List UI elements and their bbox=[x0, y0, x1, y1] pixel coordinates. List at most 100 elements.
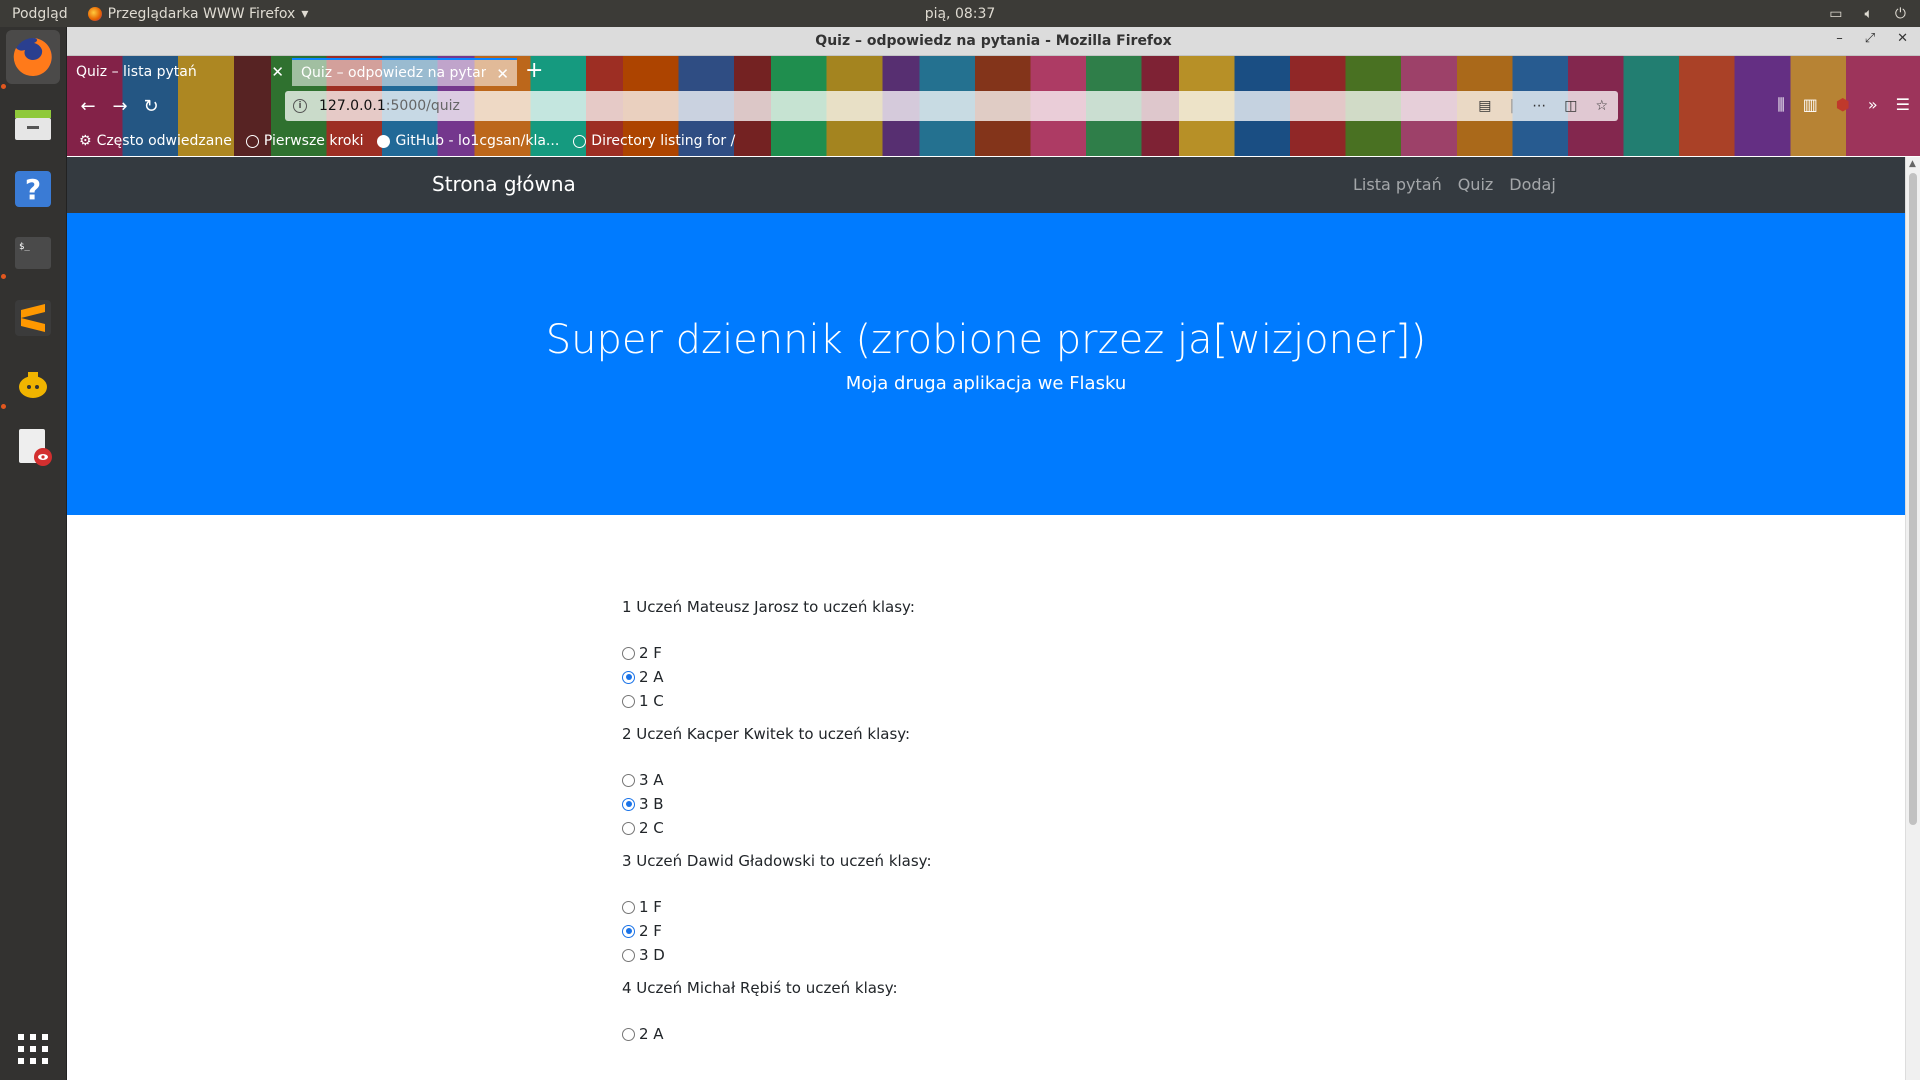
radio-button[interactable] bbox=[622, 797, 635, 811]
page-actions-icon[interactable]: ⋯ bbox=[1532, 98, 1546, 114]
help-launcher-icon[interactable]: ? bbox=[6, 162, 60, 216]
navbar-brand[interactable]: Strona główna bbox=[432, 172, 576, 196]
pocket-icon[interactable]: ◫ bbox=[1564, 98, 1577, 114]
nav-link-dodaj[interactable]: Dodaj bbox=[1509, 175, 1556, 194]
tab-quiz-answer[interactable]: Quiz – odpowiedz na pytan ✕ bbox=[292, 58, 517, 86]
minimize-icon[interactable]: – bbox=[1836, 31, 1843, 46]
radio-button[interactable] bbox=[622, 773, 635, 787]
maximize-icon[interactable]: ⤢ bbox=[1865, 31, 1875, 46]
answer-option[interactable]: 3 A bbox=[622, 768, 1322, 792]
tab-strip: Quiz – lista pytań ✕ Quiz – odpowiedz na… bbox=[67, 56, 1920, 86]
hamburger-menu-icon[interactable]: ☰ bbox=[1896, 95, 1910, 115]
volume-icon[interactable]: 🔈︎ bbox=[1865, 6, 1873, 22]
bookmark-star-icon[interactable]: ☆ bbox=[1595, 98, 1608, 114]
answer-option[interactable]: 3 B bbox=[622, 792, 1322, 816]
radio-button[interactable] bbox=[622, 1027, 635, 1041]
scrollbar-thumb[interactable] bbox=[1909, 173, 1917, 825]
answer-option[interactable]: 2 A bbox=[622, 1022, 1322, 1046]
window-title-bar[interactable]: Quiz – odpowiedz na pytania - Mozilla Fi… bbox=[67, 27, 1920, 56]
bookmark-item[interactable]: Directory listing for / bbox=[573, 133, 735, 149]
bookmark-label: GitHub - lo1cgsan/kla... bbox=[395, 133, 560, 149]
radio-button[interactable] bbox=[622, 694, 635, 708]
new-tab-plus-icon[interactable]: + bbox=[525, 58, 543, 84]
answer-label: 2 F bbox=[639, 922, 662, 940]
question-text: 2 Uczeń Kacper Kwitek to uczeń klasy: bbox=[622, 725, 911, 743]
close-icon[interactable]: ✕ bbox=[1897, 31, 1908, 46]
overflow-chevron-icon[interactable]: » bbox=[1868, 95, 1878, 115]
reader-view-icon[interactable]: ▤ bbox=[1478, 98, 1491, 114]
gear-icon: ⚙ bbox=[79, 133, 92, 149]
answer-option[interactable]: 1 C bbox=[622, 689, 1322, 713]
teapot-launcher-icon[interactable] bbox=[6, 356, 60, 410]
answer-option[interactable]: 2 F bbox=[622, 641, 1322, 665]
bookmark-label: Pierwsze kroki bbox=[263, 133, 364, 149]
answer-option[interactable]: 2 A bbox=[622, 665, 1322, 689]
answer-option[interactable]: 2 F bbox=[622, 919, 1322, 943]
window-icon[interactable]: ▭ bbox=[1829, 6, 1842, 22]
sublime-launcher-icon[interactable] bbox=[6, 291, 60, 345]
radio-button[interactable] bbox=[622, 924, 635, 938]
back-arrow-icon[interactable]: ← bbox=[74, 92, 102, 120]
github-icon bbox=[377, 134, 391, 148]
bookmark-label: Często odwiedzane bbox=[96, 133, 232, 149]
close-tab-icon[interactable]: ✕ bbox=[271, 63, 284, 81]
browser-menu[interactable]: Przeglądarka WWW Firefox ▾ bbox=[87, 5, 309, 22]
tab-quiz-list[interactable]: Quiz – lista pytań ✕ bbox=[67, 58, 292, 86]
answer-label: 2 F bbox=[639, 644, 662, 662]
vertical-scrollbar[interactable]: ▲ bbox=[1905, 157, 1920, 1080]
page-subtitle: Moja druga aplikacja we Flasku bbox=[845, 373, 1127, 394]
library-icon[interactable]: ⫼ bbox=[1777, 95, 1784, 115]
svg-text:$_: $_ bbox=[19, 242, 30, 252]
browser-toolbox: Quiz – lista pytań ✕ Quiz – odpowiedz na… bbox=[67, 56, 1920, 156]
sidebar-icon[interactable]: ▥ bbox=[1803, 95, 1818, 115]
system-top-panel: Podgląd Przeglądarka WWW Firefox ▾ pią, … bbox=[0, 0, 1920, 27]
answer-label: 3 D bbox=[639, 946, 665, 964]
answer-label: 2 A bbox=[639, 1025, 664, 1043]
answer-label: 3 A bbox=[639, 771, 664, 789]
quiz-form: 1 Uczeń Mateusz Jarosz to uczeń klasy: 2 … bbox=[622, 595, 1322, 1055]
separator: | bbox=[1509, 98, 1515, 114]
bookmark-item[interactable]: GitHub - lo1cgsan/kla... bbox=[377, 133, 559, 149]
radio-button[interactable] bbox=[622, 670, 635, 684]
firefox-launcher-icon[interactable] bbox=[6, 30, 60, 84]
ublock-icon[interactable]: ⬢ bbox=[1836, 95, 1850, 115]
svg-text:?: ? bbox=[25, 173, 41, 206]
show-applications-icon[interactable] bbox=[6, 1022, 60, 1076]
firefox-icon bbox=[87, 6, 102, 21]
answer-option[interactable]: 1 F bbox=[622, 895, 1322, 919]
close-tab-icon[interactable]: ✕ bbox=[496, 65, 509, 83]
radio-button[interactable] bbox=[622, 646, 635, 660]
viewer-launcher-icon[interactable] bbox=[6, 420, 60, 474]
url-bar[interactable]: i 127.0.0.1:5000/quiz ▤ | ⋯ ◫ ☆ bbox=[285, 91, 1618, 121]
answer-label: 2 C bbox=[639, 819, 664, 837]
answer-option[interactable]: 2 C bbox=[622, 816, 1322, 840]
app-menu-label[interactable]: Podgląd bbox=[12, 6, 68, 22]
reload-icon[interactable]: ↻ bbox=[137, 92, 165, 120]
bookmark-item[interactable]: Pierwsze kroki bbox=[245, 133, 364, 149]
url-path: :5000/quiz bbox=[385, 98, 460, 114]
power-icon[interactable]: ⏻ bbox=[1895, 6, 1906, 22]
nav-link-quiz[interactable]: Quiz bbox=[1458, 175, 1494, 194]
bookmark-item[interactable]: ⚙ Często odwiedzane bbox=[79, 133, 232, 149]
window-title: Quiz – odpowiedz na pytania - Mozilla Fi… bbox=[815, 33, 1172, 49]
answer-label: 2 A bbox=[639, 668, 664, 686]
bookmarks-toolbar: ⚙ Często odwiedzane Pierwsze kroki GitHu… bbox=[67, 128, 1920, 154]
clock[interactable]: pią, 08:37 bbox=[925, 6, 996, 22]
globe-icon bbox=[245, 134, 259, 148]
answer-label: 3 B bbox=[639, 795, 664, 813]
answer-option[interactable]: 3 D bbox=[622, 943, 1322, 967]
terminal-launcher-icon[interactable]: $_ bbox=[6, 226, 60, 280]
chevron-down-icon: ▾ bbox=[301, 5, 309, 22]
quiz-question: 2 Uczeń Kacper Kwitek to uczeń klasy: 3 A… bbox=[622, 722, 1322, 840]
radio-button[interactable] bbox=[622, 948, 635, 962]
scroll-up-arrow-icon[interactable]: ▲ bbox=[1909, 159, 1916, 169]
nav-link-lista-pytan[interactable]: Lista pytań bbox=[1353, 175, 1442, 194]
radio-button[interactable] bbox=[622, 821, 635, 835]
answer-label: 1 C bbox=[639, 692, 664, 710]
radio-button[interactable] bbox=[622, 900, 635, 914]
site-navbar: Strona główna Lista pytań Quiz Dodaj bbox=[67, 157, 1905, 213]
site-info-icon[interactable]: i bbox=[293, 99, 307, 113]
forward-arrow-icon[interactable]: → bbox=[106, 92, 134, 120]
quiz-question: 3 Uczeń Dawid Gładowski to uczeń klasy: 1… bbox=[622, 849, 1322, 967]
files-launcher-icon[interactable] bbox=[6, 97, 60, 151]
